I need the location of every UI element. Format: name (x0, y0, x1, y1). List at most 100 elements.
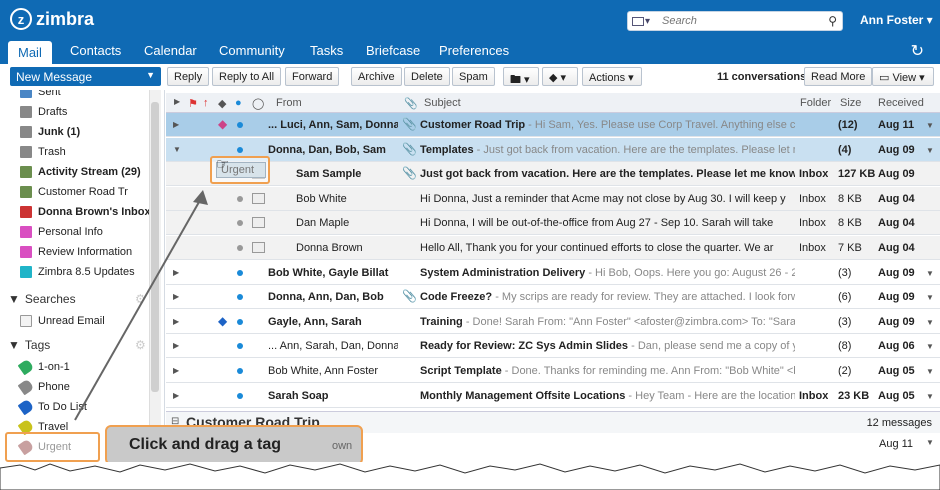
tag-item[interactable]: Phone (17, 378, 70, 396)
folder-item[interactable]: Personal Info (20, 224, 103, 240)
new-message-button[interactable]: New Message ▼ (10, 67, 161, 86)
column-folder[interactable]: Folder (800, 97, 831, 109)
tab-preferences[interactable]: Preferences (439, 43, 509, 58)
folder-item[interactable]: Donna Brown's Inbox (20, 204, 151, 220)
gear-icon[interactable]: ⚙ (135, 338, 146, 352)
tag-item[interactable]: 1-on-1 (17, 358, 70, 376)
row-menu-icon[interactable]: ▼ (926, 269, 934, 278)
reply-button[interactable]: Reply (167, 67, 210, 86)
sidebar-scroll-thumb[interactable] (151, 102, 159, 392)
tab-mail[interactable]: Mail (8, 41, 52, 64)
message-row[interactable]: Bob White Hi Donna, Just a reminder that … (166, 186, 940, 211)
conversation-row[interactable]: ▶ Donna, Ann, Dan, Bob 📎 Code Freeze? - My … (166, 285, 940, 310)
read-status-icon[interactable] (237, 294, 243, 301)
read-status-icon[interactable] (237, 368, 243, 374)
expand-icon[interactable]: ▶ (173, 391, 179, 400)
row-menu-icon[interactable]: ▼ (926, 293, 934, 302)
row-menu-icon[interactable]: ▼ (926, 318, 934, 327)
search-icon[interactable]: ⚲ (828, 14, 837, 28)
flag-column-icon[interactable]: ⚑ (188, 97, 198, 110)
message-row[interactable]: Donna Brown Hello All, Thank you for your… (166, 236, 940, 260)
conversation-row[interactable]: ▶ Bob White, Ann Foster Script Template - … (166, 359, 940, 383)
search-type-dropdown[interactable]: ▾ (632, 14, 654, 28)
folder-item[interactable]: Zimbra 8.5 Updates (20, 264, 135, 280)
expand-icon[interactable]: ▶ (173, 292, 179, 301)
user-menu[interactable]: Ann Foster ▾ (860, 13, 933, 27)
row-menu-icon[interactable]: ▼ (926, 367, 934, 376)
row-menu-icon[interactable]: ▼ (926, 342, 934, 351)
expand-icon[interactable]: ▶ (173, 366, 179, 375)
chevron-down-icon[interactable]: ▼ (926, 438, 934, 447)
column-from[interactable]: From (276, 97, 302, 109)
read-status-icon[interactable] (237, 220, 243, 227)
read-status-column-icon[interactable]: ● (235, 97, 242, 109)
archive-button[interactable]: Archive (351, 67, 402, 86)
conversation-row[interactable]: ▶ ◆ Gayle, Ann, Sarah Training - Done! Sara… (166, 310, 940, 334)
message-row[interactable]: Dan Maple Hi Donna, I will be out-of-the-… (166, 211, 940, 236)
collapse-icon[interactable]: ▼ (8, 292, 20, 306)
folder-item[interactable]: Activity Stream (29) (20, 164, 141, 180)
tag-column-icon[interactable]: ◆ (218, 97, 226, 110)
read-status-icon[interactable] (237, 392, 243, 399)
expand-column-icon[interactable]: ▶ (174, 97, 180, 106)
conversation-row[interactable]: ▶ Sarah Soap Monthly Management Offsite Lo… (166, 384, 940, 408)
column-received[interactable]: Received (878, 97, 924, 109)
actions-button[interactable]: Actions ▾ (582, 67, 642, 86)
column-subject[interactable]: Subject (424, 97, 461, 109)
conversation-row[interactable]: ▶ ◆ ... Luci, Ann, Sam, Donna 📎 Customer Roa… (166, 113, 940, 137)
refresh-icon[interactable]: ↻ (911, 41, 924, 61)
row-menu-icon[interactable]: ▼ (926, 392, 934, 401)
chevron-down-icon[interactable]: ▼ (173, 145, 181, 154)
conversation-row[interactable]: ▶ ... Ann, Sarah, Dan, Donna Ready for Rev… (166, 334, 940, 359)
conversation-row[interactable]: ▶ Bob White, Gayle Billat System Administr… (166, 261, 940, 285)
tag-button[interactable]: ◆ ▾ (542, 67, 578, 86)
move-button[interactable]: 🖿 ▾ (503, 67, 539, 86)
account-column-icon[interactable]: ◯ (252, 97, 264, 110)
read-more-button[interactable]: Read More (804, 67, 873, 86)
read-status-icon[interactable] (237, 269, 243, 276)
zimbra-logo[interactable]: z zimbra (10, 8, 94, 30)
dragged-tag[interactable]: Urgent ☞ (210, 156, 270, 184)
read-status-icon[interactable] (237, 195, 243, 202)
expand-icon[interactable]: ▶ (173, 341, 179, 350)
expand-icon[interactable]: ▶ (173, 317, 179, 326)
folder-item[interactable]: Junk (1) (20, 124, 80, 140)
read-status-icon[interactable] (237, 245, 243, 251)
collapse-icon[interactable]: ▼ (8, 338, 20, 352)
column-size[interactable]: Size (840, 97, 861, 109)
view-button[interactable]: ▭ View ▾ (872, 67, 934, 86)
forward-button[interactable]: Forward (285, 67, 340, 86)
tab-calendar[interactable]: Calendar (144, 43, 197, 58)
folder-item[interactable]: Review Information (20, 244, 132, 260)
chevron-down-icon[interactable]: ▼ (146, 70, 155, 80)
spam-button[interactable]: Spam (452, 67, 495, 86)
gear-icon[interactable]: ⚙ (135, 292, 146, 306)
message-row[interactable]: Sam Sample 📎 Just got back from vacation. … (166, 162, 940, 187)
tab-briefcase[interactable]: Briefcase (366, 43, 420, 58)
tab-tasks[interactable]: Tasks (310, 43, 343, 58)
read-status-icon[interactable] (237, 318, 243, 325)
row-menu-icon[interactable]: ▼ (926, 146, 934, 155)
row-menu-icon[interactable]: ▼ (926, 121, 934, 130)
tags-header[interactable]: ▼ Tags (8, 338, 50, 352)
tag-item[interactable]: To Do List (17, 398, 87, 416)
reply-all-button[interactable]: Reply to All (212, 67, 282, 86)
expand-icon[interactable]: ▶ (173, 268, 179, 277)
searches-header[interactable]: ▼ Searches (8, 292, 76, 306)
folder-item[interactable]: Customer Road Tr (20, 184, 128, 200)
read-status-icon[interactable] (237, 146, 243, 153)
priority-column-icon[interactable]: ↑ (203, 97, 209, 109)
expand-icon[interactable]: ▶ (173, 120, 179, 129)
tab-community[interactable]: Community (219, 43, 285, 58)
folder-item[interactable]: Drafts (20, 104, 67, 120)
tab-contacts[interactable]: Contacts (70, 43, 121, 58)
attachment-column-icon[interactable]: 📎 (404, 97, 418, 110)
read-status-icon[interactable] (237, 343, 243, 350)
folder-item[interactable]: Trash (20, 144, 66, 160)
read-status-icon[interactable] (237, 122, 243, 128)
delete-button[interactable]: Delete (404, 67, 450, 86)
conversation-row[interactable]: ▼ Donna, Dan, Bob, Sam 📎 Templates - Just g… (166, 137, 940, 162)
folder-item[interactable]: Sent (20, 90, 61, 100)
search-input[interactable] (662, 15, 822, 27)
saved-search-unread[interactable]: Unread Email (20, 313, 105, 329)
